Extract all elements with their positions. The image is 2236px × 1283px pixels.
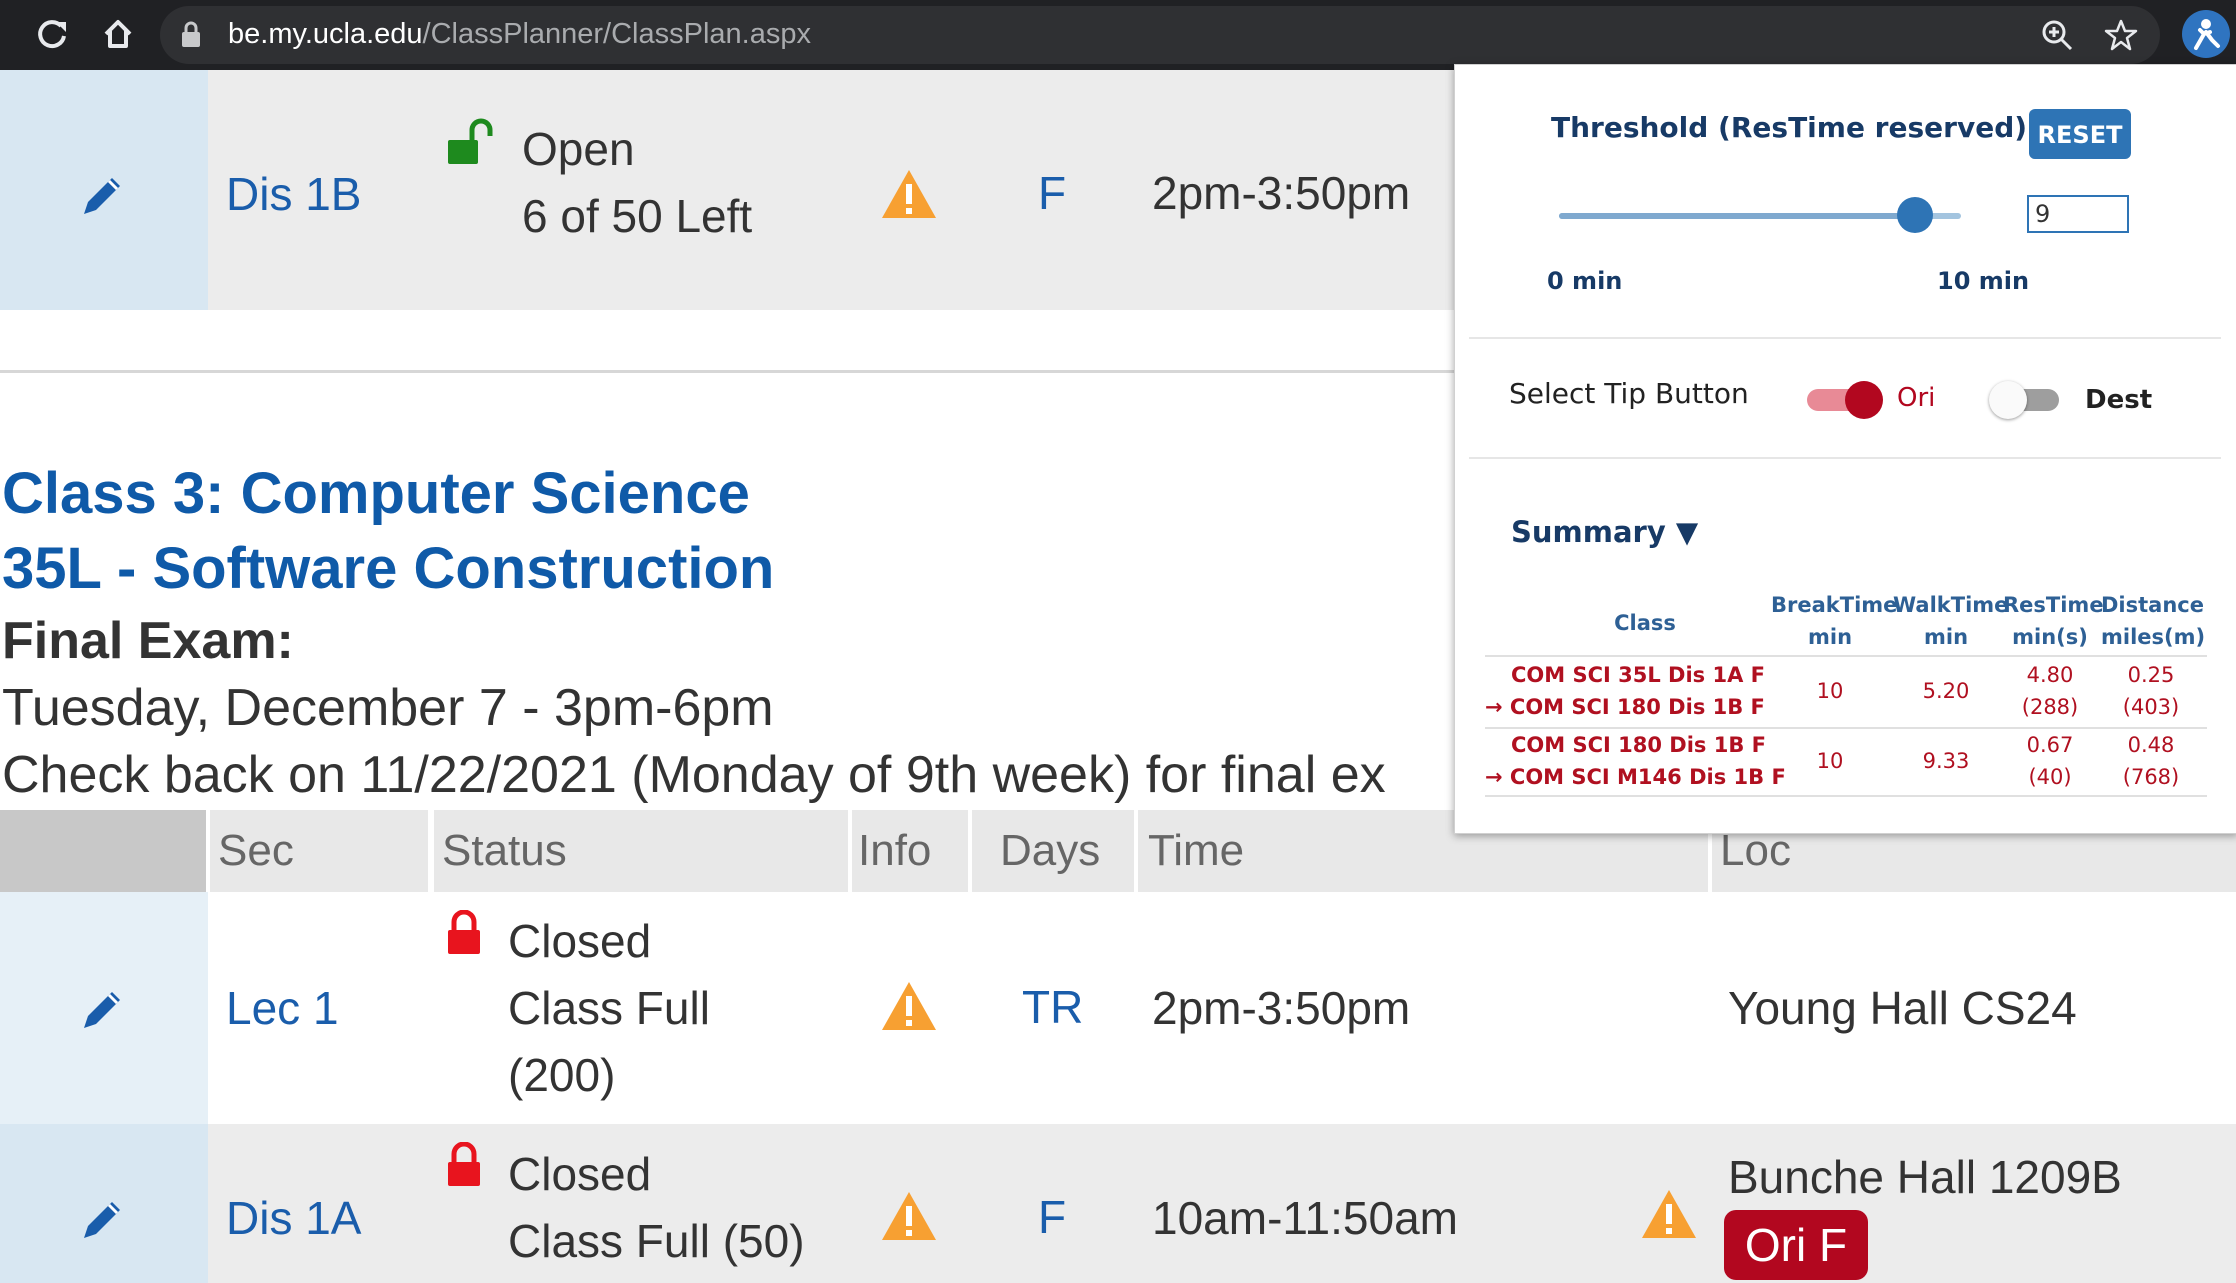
col-walk-unit: min	[1923, 625, 1969, 649]
summary-from: COM SCI 180 Dis 1B F	[1511, 733, 1766, 757]
col-dist-unit: miles(m)	[2101, 625, 2206, 649]
slider-max-label: 10 min	[1937, 267, 2030, 295]
browser-toolbar: be.my.ucla.edu/ClassPlanner/ClassPlan.as…	[0, 0, 2236, 70]
summary-toggle[interactable]: Summary ▼	[1511, 515, 1698, 549]
final-exam-label: Final Exam:	[2, 612, 294, 670]
header-sec: Sec	[218, 826, 294, 875]
location-text: Bunche Hall 1209B	[1728, 1151, 2122, 1203]
warning-icon[interactable]	[880, 980, 938, 1036]
summary-res-seconds: (288)	[2021, 695, 2079, 719]
col-break: BreakTime	[1771, 593, 1898, 617]
header-status: Status	[442, 826, 567, 875]
col-break-unit: min	[1807, 625, 1853, 649]
url-text: be.my.ucla.edu/ClassPlanner/ClassPlan.as…	[228, 18, 811, 50]
status-full: Class Full (50)	[508, 1215, 805, 1267]
summary-dist: 0.48	[2127, 733, 2175, 757]
pencil-icon[interactable]	[80, 986, 126, 1036]
section-link[interactable]: Lec 1	[226, 980, 339, 1036]
summary-break: 10	[1816, 679, 1844, 703]
final-exam-date: Tuesday, December 7 - 3pm-6pm	[2, 679, 774, 737]
table-rule	[1485, 655, 2207, 657]
warning-icon[interactable]	[1640, 1188, 1698, 1244]
status-closed: Closed	[508, 1148, 652, 1200]
status-full: Class Full	[508, 982, 710, 1034]
header-info: Info	[858, 826, 932, 875]
status-closed: Closed	[508, 915, 652, 967]
days-text: F	[1038, 1191, 1067, 1243]
pencil-icon[interactable]	[80, 172, 126, 222]
threshold-input[interactable]	[2027, 195, 2129, 233]
toggle-ori-label: Ori	[1897, 383, 1936, 413]
toggle-dest-label: Dest	[2085, 385, 2153, 415]
col-dist: Distance	[2101, 593, 2204, 617]
summary-res: 0.67	[2026, 733, 2074, 757]
time-text: 2pm-3:50pm	[1152, 167, 1411, 219]
reload-icon[interactable]	[30, 12, 74, 56]
section-link[interactable]: Dis 1B	[226, 166, 361, 222]
section-divider	[0, 370, 1454, 373]
days-text: F	[1038, 167, 1067, 219]
status-seats: 6 of 50 Left	[522, 190, 753, 242]
summary-to: → COM SCI 180 Dis 1B F	[1485, 695, 1765, 719]
final-exam-note: Check back on 11/22/2021 (Monday of 9th …	[2, 746, 1386, 804]
slider-min-label: 0 min	[1547, 267, 1623, 295]
col-res-unit: min(s)	[2012, 625, 2088, 649]
tip-button-label: Select Tip Button	[1509, 377, 1749, 410]
divider	[1469, 457, 2221, 459]
summary-res: 4.80	[2026, 663, 2074, 687]
lock-closed-icon	[446, 909, 482, 960]
summary-walk: 9.33	[1922, 749, 1970, 773]
summary-res-seconds: (40)	[2028, 765, 2072, 789]
warning-icon[interactable]	[880, 168, 938, 224]
section-link[interactable]: Dis 1A	[226, 1190, 361, 1246]
home-icon[interactable]	[96, 12, 140, 56]
pencil-icon[interactable]	[80, 1196, 126, 1246]
toggle-ori-knob[interactable]	[1845, 381, 1883, 419]
status-capacity: (200)	[508, 1049, 616, 1101]
time-text: 2pm-3:50pm	[1152, 982, 1411, 1034]
header-time: Time	[1148, 826, 1245, 875]
time-text: 10am-11:50am	[1152, 1192, 1458, 1244]
summary-walk: 5.20	[1922, 679, 1970, 703]
summary-break: 10	[1816, 749, 1844, 773]
summary-from: COM SCI 35L Dis 1A F	[1511, 663, 1766, 687]
summary-to: → COM SCI M146 Dis 1B F	[1485, 765, 1786, 789]
threshold-title: Threshold (ResTime reserved)	[1551, 111, 2028, 144]
warning-icon[interactable]	[880, 1190, 938, 1246]
class-subtitle: 35L - Software Construction	[2, 536, 775, 601]
ori-badge[interactable]: Ori F	[1724, 1210, 1868, 1280]
extension-popup: Threshold (ResTime reserved) RESET 0 min…	[1454, 64, 2236, 834]
days-text: TR	[1022, 981, 1084, 1033]
header-days: Days	[1000, 826, 1101, 875]
header-cell-edit	[0, 810, 206, 892]
reset-button[interactable]: RESET	[2029, 109, 2131, 159]
slider-thumb[interactable]	[1896, 197, 1933, 233]
zoom-icon[interactable]	[2040, 18, 2074, 56]
col-res: ResTime	[2003, 593, 2104, 617]
summary-dist: 0.25	[2127, 663, 2175, 687]
divider	[1469, 337, 2221, 339]
toggle-dest-knob[interactable]	[1989, 381, 2027, 419]
location-text: Young Hall CS24	[1728, 982, 2077, 1034]
extension-icon[interactable]	[2182, 10, 2230, 58]
slider-fill	[1559, 213, 1915, 219]
lock-closed-icon	[446, 1141, 482, 1192]
summary-dist-meters: (403)	[2122, 695, 2180, 719]
col-walk: WalkTime	[1893, 593, 2009, 617]
summary-dist-meters: (768)	[2122, 765, 2180, 789]
table-rule	[1485, 727, 2207, 729]
lock-icon	[180, 20, 202, 54]
unlock-icon	[446, 118, 498, 172]
status-open: Open	[522, 123, 635, 175]
class-title: Class 3: Computer Science	[2, 461, 750, 526]
star-icon[interactable]	[2104, 18, 2138, 56]
table-rule	[1485, 795, 2207, 797]
col-class: Class	[1614, 611, 1676, 635]
